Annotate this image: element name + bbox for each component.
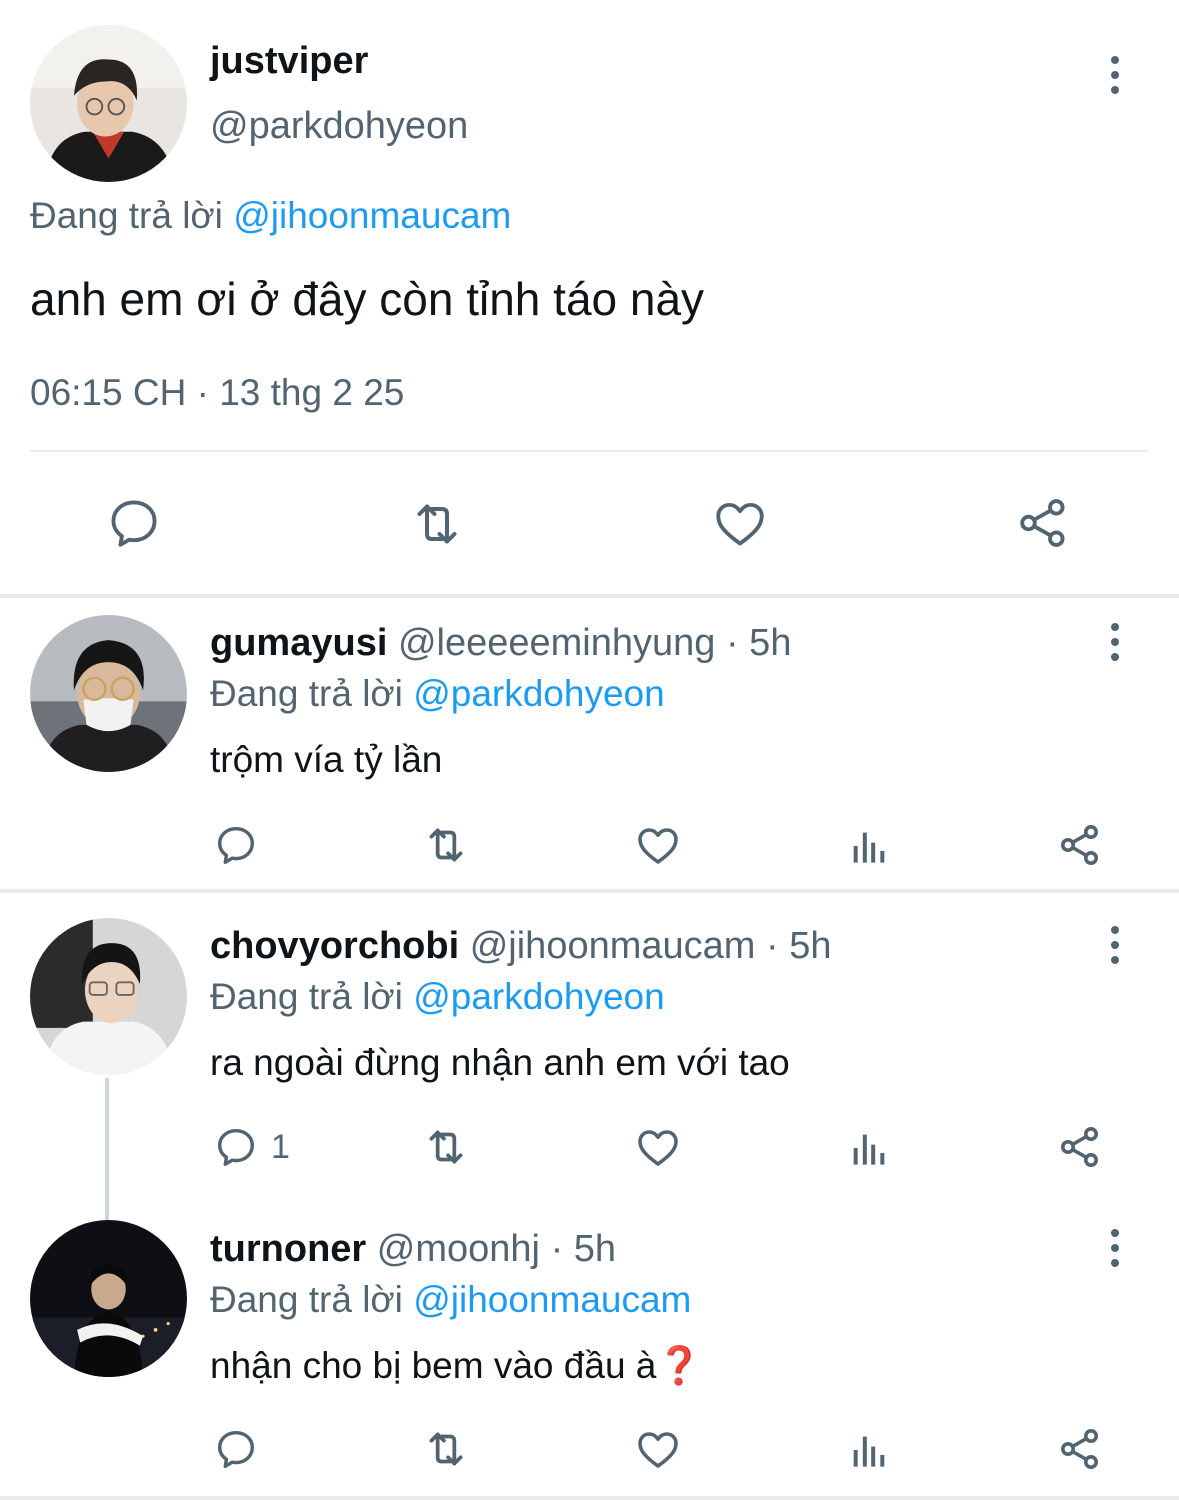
reply-icon: [217, 826, 255, 864]
more-options-icon[interactable]: [1095, 920, 1135, 970]
like-button[interactable]: [710, 494, 770, 552]
avatar-justviper[interactable]: [30, 25, 187, 182]
like-button[interactable]: [634, 1425, 682, 1473]
share-icon: [1061, 825, 1098, 865]
more-options-icon[interactable]: [1095, 617, 1135, 667]
reply-icon: [111, 500, 157, 547]
reply-button[interactable]: [213, 822, 271, 868]
more-options-icon[interactable]: [1095, 50, 1135, 100]
replying-to-line: Đang trả lời @parkdohyeon: [210, 673, 665, 715]
retweet-icon: [417, 504, 457, 544]
reply-icon: [217, 1128, 255, 1166]
section-separator: [0, 889, 1179, 893]
analytics-button[interactable]: [848, 1430, 890, 1470]
like-icon: [638, 1432, 678, 1468]
reply-header: turnoner @moonhj · 5h: [210, 1228, 616, 1271]
analytics-button[interactable]: [848, 1128, 890, 1168]
replying-to-line: Đang trả lời @parkdohyeon: [210, 976, 665, 1018]
share-button[interactable]: [1056, 1425, 1104, 1473]
replying-to-link[interactable]: @parkdohyeon: [413, 976, 665, 1017]
replying-to-link[interactable]: @parkdohyeon: [413, 673, 665, 714]
thread-connector: [105, 1078, 109, 1220]
reply-display-name[interactable]: chovyorchobi: [210, 925, 459, 967]
reply-button[interactable]: [104, 494, 164, 552]
retweet-icon: [429, 828, 463, 862]
reply-display-name[interactable]: turnoner: [210, 1228, 366, 1270]
share-button[interactable]: [1056, 821, 1104, 869]
reply-header: gumayusi @leeeeeminhyung · 5h: [210, 622, 791, 665]
question-mark-emoji: ❓: [656, 1345, 703, 1386]
tweet-text: anh em ơi ở đây còn tỉnh táo này: [30, 273, 705, 325]
share-icon: [1061, 1429, 1098, 1469]
reply-handle[interactable]: @moonhj: [377, 1228, 540, 1270]
author-display-name[interactable]: justviper: [210, 40, 368, 83]
retweet-button[interactable]: [419, 820, 473, 870]
reply-header: chovyorchobi @jihoonmaucam · 5h: [210, 925, 831, 968]
analytics-icon: [853, 1436, 885, 1467]
author-handle[interactable]: @parkdohyeon: [210, 105, 468, 148]
analytics-icon: [853, 832, 885, 863]
section-separator: [0, 1496, 1179, 1500]
retweet-button[interactable]: [403, 494, 471, 554]
replying-to-prefix: Đang trả lời: [210, 1279, 403, 1320]
retweet-icon: [429, 1130, 463, 1164]
replying-to-line: Đang trả lời @jihoonmaucam: [210, 1279, 691, 1321]
reply-text: trộm vía tỷ lần: [210, 739, 443, 780]
more-options-icon[interactable]: [1095, 1223, 1135, 1273]
reply-icon: [217, 1430, 255, 1468]
reply-display-name[interactable]: gumayusi: [210, 622, 387, 664]
reply-time[interactable]: · 5h: [551, 1228, 616, 1270]
like-button[interactable]: [634, 1123, 682, 1171]
reply-handle[interactable]: @jihoonmaucam: [470, 925, 756, 967]
like-icon: [638, 1130, 678, 1166]
avatar-turnoner[interactable]: [30, 1220, 187, 1377]
replying-to-prefix: Đang trả lời: [30, 195, 223, 236]
replying-to-link[interactable]: @jihoonmaucam: [233, 195, 511, 236]
reply-count: 1: [271, 1127, 290, 1166]
retweet-button[interactable]: [419, 1122, 473, 1172]
like-icon: [638, 828, 678, 864]
avatar-gumayusi[interactable]: [30, 615, 187, 772]
replying-to-prefix: Đang trả lời: [210, 976, 403, 1017]
reply-text: nhận cho bị bem vào đầu à❓: [210, 1345, 702, 1388]
retweet-icon: [429, 1432, 463, 1466]
share-icon: [1061, 1127, 1098, 1167]
share-button[interactable]: [1013, 494, 1073, 552]
analytics-icon: [853, 1134, 885, 1165]
reply-time[interactable]: · 5h: [726, 622, 791, 664]
like-button[interactable]: [634, 821, 682, 869]
divider: [30, 450, 1148, 452]
reply-time[interactable]: · 5h: [766, 925, 831, 967]
share-icon: [1020, 499, 1065, 547]
replying-to-link[interactable]: @jihoonmaucam: [413, 1279, 691, 1320]
replying-to-prefix: Đang trả lời: [210, 673, 403, 714]
reply-button[interactable]: 1: [213, 1124, 290, 1170]
reply-handle[interactable]: @leeeeeminhyung: [398, 622, 715, 664]
avatar-chovyorchobi[interactable]: [30, 918, 187, 1075]
like-icon: [716, 502, 764, 546]
reply-text-content: nhận cho bị bem vào đầu à: [210, 1345, 657, 1386]
replying-to-line: Đang trả lời @jihoonmaucam: [30, 195, 511, 237]
share-button[interactable]: [1056, 1123, 1104, 1171]
analytics-button[interactable]: [848, 826, 890, 866]
section-separator: [0, 594, 1179, 598]
reply-text: ra ngoài đừng nhận anh em với tao: [210, 1042, 790, 1083]
retweet-button[interactable]: [419, 1424, 473, 1474]
tweet-timestamp[interactable]: 06:15 CH · 13 thg 2 25: [30, 372, 404, 414]
reply-button[interactable]: [213, 1426, 271, 1472]
